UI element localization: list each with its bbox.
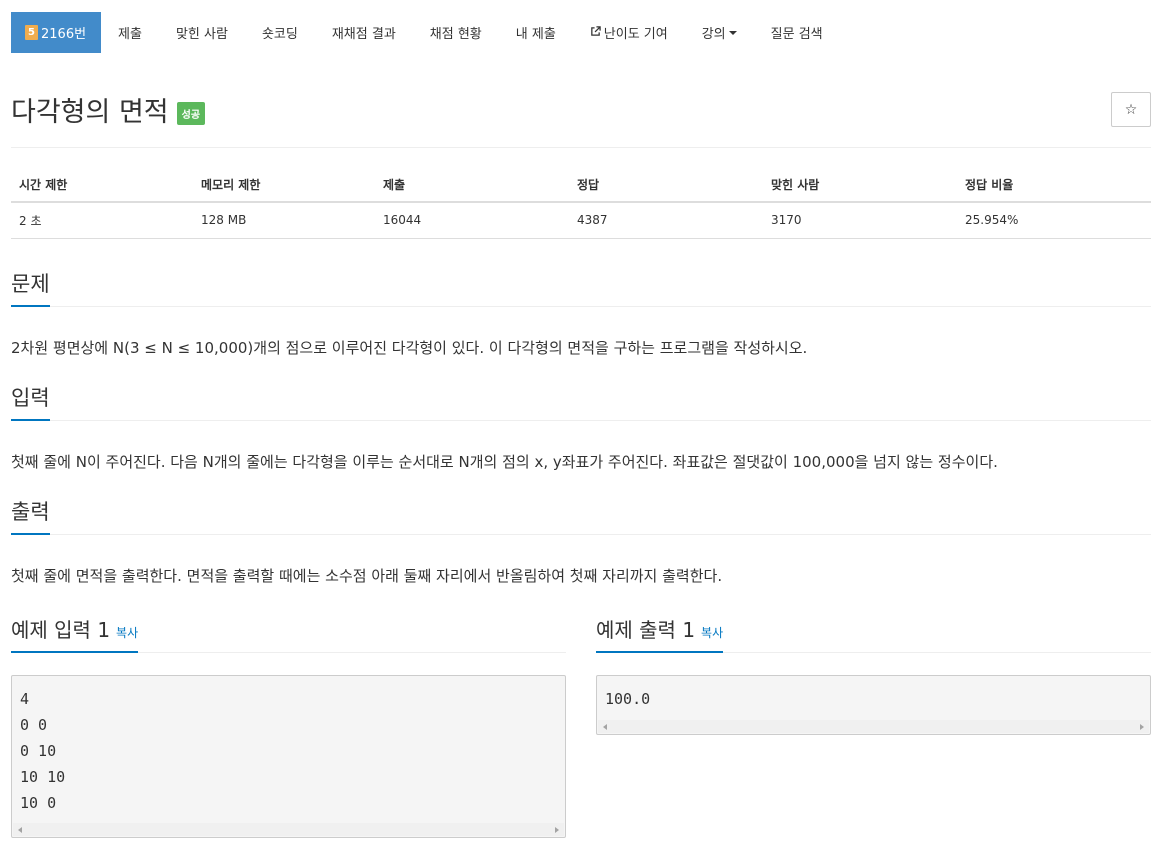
column-header: 시간 제한 <box>11 168 193 203</box>
sample-input-line: 0 0 <box>20 716 48 734</box>
nav-item-label: 난이도 기여 <box>603 27 668 42</box>
nav-item-label: 내 제출 <box>515 27 556 42</box>
caret-down-icon <box>728 30 737 35</box>
sample-input-line: 10 10 <box>20 768 66 786</box>
nav-lectures-dropdown[interactable]: 강의 <box>685 12 754 53</box>
column-header: 정답 비율 <box>957 168 1151 203</box>
scroll-left-arrow-icon[interactable] <box>18 827 22 833</box>
horizontal-scrollbar[interactable] <box>598 720 1149 733</box>
sample-input-line: 0 10 <box>20 742 57 760</box>
nav-my-submissions[interactable]: 내 제출 <box>499 12 573 53</box>
copy-sample-input-link[interactable]: 복사 <box>116 626 138 640</box>
sample-input-box[interactable]: 4 0 0 0 10 10 10 10 0 <box>11 675 566 838</box>
column-header: 메모리 제한 <box>193 168 375 203</box>
nav-question-search[interactable]: 질문 검색 <box>754 12 840 53</box>
section-heading: 예제 출력 1 <box>596 618 696 642</box>
nav-item-label: 채점 현황 <box>429 27 482 42</box>
problem-info-table: 시간 제한 메모리 제한 제출 정답 맞힌 사람 정답 비율 2 초 128 M… <box>11 168 1151 239</box>
difficulty-badge: 5 <box>25 25 38 40</box>
sample-output-line: 100.0 <box>605 690 651 708</box>
sample-output-heading-wrap: 예제 출력 1 복사 <box>596 614 724 653</box>
nav-problem-number[interactable]: 5 2166번 <box>11 12 102 53</box>
nav-difficulty-contribution[interactable]: 난이도 기여 <box>573 12 685 53</box>
nav-solved-users[interactable]: 맞힌 사람 <box>159 12 245 53</box>
nav-problem-number-label: 2166번 <box>41 27 87 42</box>
scroll-left-arrow-icon[interactable] <box>603 724 607 730</box>
section-heading: 출력 <box>11 496 50 535</box>
nav-item-label: 강의 <box>701 27 726 42</box>
scroll-right-arrow-icon[interactable] <box>555 827 559 833</box>
nav-item-label: 맞힌 사람 <box>175 27 228 42</box>
problem-navbar: 5 2166번 제출 맞힌 사람 숏코딩 재채점 결과 채점 현황 내 제출 난… <box>0 0 1170 62</box>
column-header: 제출 <box>375 168 569 203</box>
problem-input-header: 입력 <box>11 382 1151 421</box>
copy-sample-output-link[interactable]: 복사 <box>701 626 723 640</box>
problem-description-header: 문제 <box>11 268 1151 307</box>
favorite-star-button[interactable]: ☆ <box>1111 92 1151 127</box>
column-header: 정답 <box>569 168 763 203</box>
time-limit-value: 2 초 <box>11 202 193 239</box>
sample-input-line: 4 <box>20 690 30 708</box>
memory-limit-value: 128 MB <box>193 202 375 239</box>
problem-input-text: 첫째 줄에 N이 주어진다. 다음 N개의 줄에는 다각형을 이루는 순서대로 … <box>11 453 998 471</box>
section-heading: 입력 <box>11 382 50 421</box>
table-header-row: 시간 제한 메모리 제한 제출 정답 맞힌 사람 정답 비율 <box>11 168 1151 203</box>
scroll-right-arrow-icon[interactable] <box>1140 724 1144 730</box>
accept-ratio-value: 25.954% <box>957 202 1151 239</box>
section-heading: 예제 입력 1 <box>11 618 111 642</box>
accepted-value: 4387 <box>569 202 763 239</box>
nav-item-label: 제출 <box>118 27 142 42</box>
column-header: 맞힌 사람 <box>763 168 957 203</box>
submissions-value: 16044 <box>375 202 569 239</box>
external-link-icon <box>590 25 601 40</box>
sample-output-box[interactable]: 100.0 <box>596 675 1151 735</box>
sample-output-lines: 100.0 <box>597 676 1150 712</box>
sample-input-header: 예제 입력 1 복사 <box>11 614 566 653</box>
problem-title-row: 다각형의 면적 성공 <box>11 90 206 129</box>
problem-nav-menu: 5 2166번 제출 맞힌 사람 숏코딩 재채점 결과 채점 현황 내 제출 난… <box>11 12 840 53</box>
nav-item-label: 재채점 결과 <box>331 27 396 42</box>
table-row: 2 초 128 MB 16044 4387 3170 25.954% <box>11 202 1151 239</box>
solved-users-value: 3170 <box>763 202 957 239</box>
nav-item-label: 숏코딩 <box>261 27 298 42</box>
star-icon: ☆ <box>1124 101 1138 118</box>
sample-output-header: 예제 출력 1 복사 <box>596 614 1151 653</box>
section-heading: 문제 <box>11 268 50 307</box>
horizontal-scrollbar[interactable] <box>13 823 564 836</box>
page-title: 다각형의 면적 <box>11 97 169 128</box>
status-badge: 성공 <box>176 101 206 125</box>
nav-short-coding[interactable]: 숏코딩 <box>245 12 315 53</box>
title-divider <box>11 147 1151 148</box>
problem-description-text: 2차원 평면상에 N(3 ≤ N ≤ 10,000)개의 점으로 이루어진 다각… <box>11 339 808 357</box>
sample-input-lines: 4 0 0 0 10 10 10 10 0 <box>12 676 565 816</box>
problem-output-header: 출력 <box>11 496 1151 535</box>
nav-item-label: 질문 검색 <box>770 27 823 42</box>
nav-status[interactable]: 채점 현황 <box>413 12 499 53</box>
sample-input-heading-wrap: 예제 입력 1 복사 <box>11 614 139 653</box>
problem-output-text: 첫째 줄에 면적을 출력한다. 면적을 출력할 때에는 소수점 아래 둘째 자리… <box>11 567 723 585</box>
nav-rejudge-results[interactable]: 재채점 결과 <box>315 12 413 53</box>
nav-submit[interactable]: 제출 <box>101 12 159 53</box>
sample-input-line: 10 0 <box>20 794 57 812</box>
